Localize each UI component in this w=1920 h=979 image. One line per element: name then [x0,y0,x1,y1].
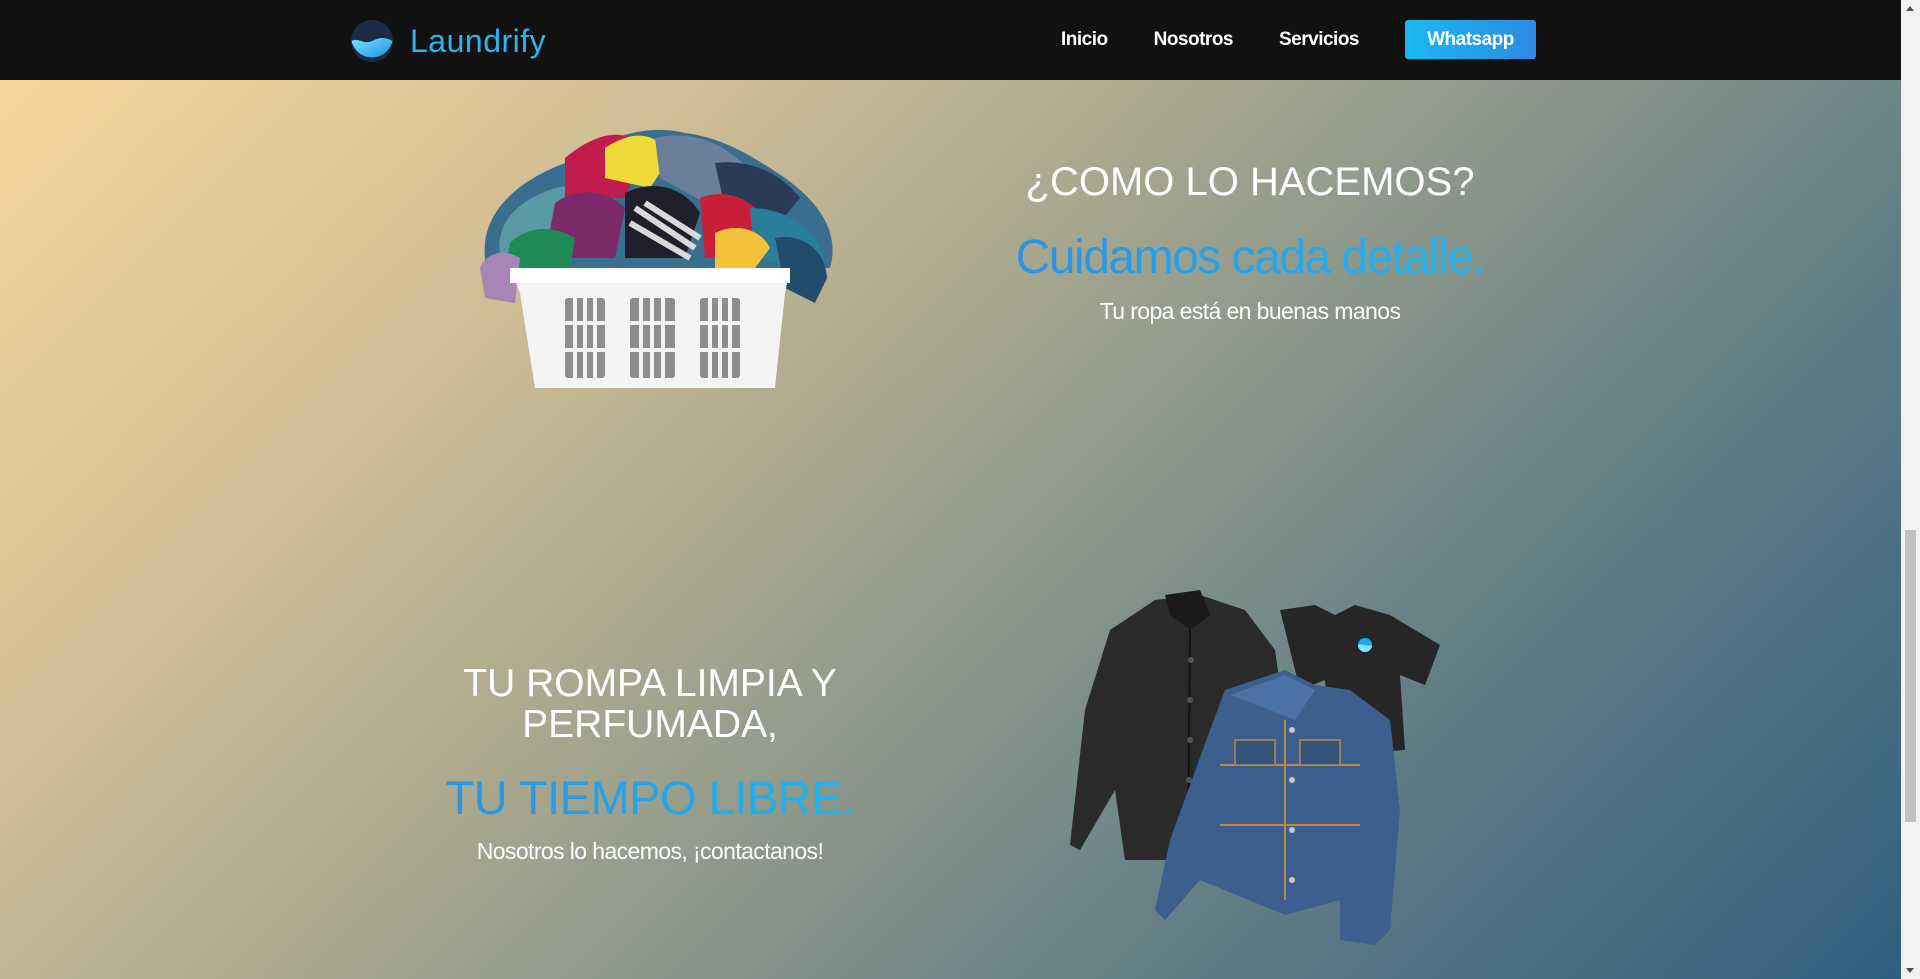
scrollbar-thumb[interactable] [1905,530,1916,822]
nav-link-servicios[interactable]: Servicios [1279,29,1360,51]
whatsapp-button[interactable]: Whatsapp [1405,20,1536,59]
scroll-down-arrow-icon[interactable] [1906,968,1914,973]
nav-links: Inicio Nosotros Servicios Whatsapp [1061,20,1536,59]
section2-heading: TU ROMPA LIMPIA Y PERFUMADA, [463,662,837,746]
vertical-scrollbar[interactable] [1901,0,1920,979]
logo-icon [351,20,393,62]
scroll-up-arrow-icon[interactable] [1906,6,1914,11]
clothes-image [1070,590,1440,945]
nav-link-nosotros[interactable]: Nosotros [1154,29,1234,51]
laundry-basket-image [480,129,833,388]
section1-subtext: Tu ropa está en buenas manos [1099,298,1401,324]
section2-subtext: Nosotros lo hacemos, ¡contactanos! [476,838,824,864]
page: Laundrify Inicio Nosotros Servicios What… [0,0,1901,979]
section1-heading: ¿COMO LO HACEMOS? [1025,160,1475,204]
section2-tagline: TU TIEMPO LIBRE. [400,770,900,825]
logo[interactable]: Laundrify [350,19,546,63]
nav-link-inicio[interactable]: Inicio [1061,29,1108,51]
section1-tagline: Cuidamos cada detalle. [950,230,1550,285]
brand-name: Laundrify [410,22,547,59]
navbar: Laundrify Inicio Nosotros Servicios What… [0,0,1901,80]
